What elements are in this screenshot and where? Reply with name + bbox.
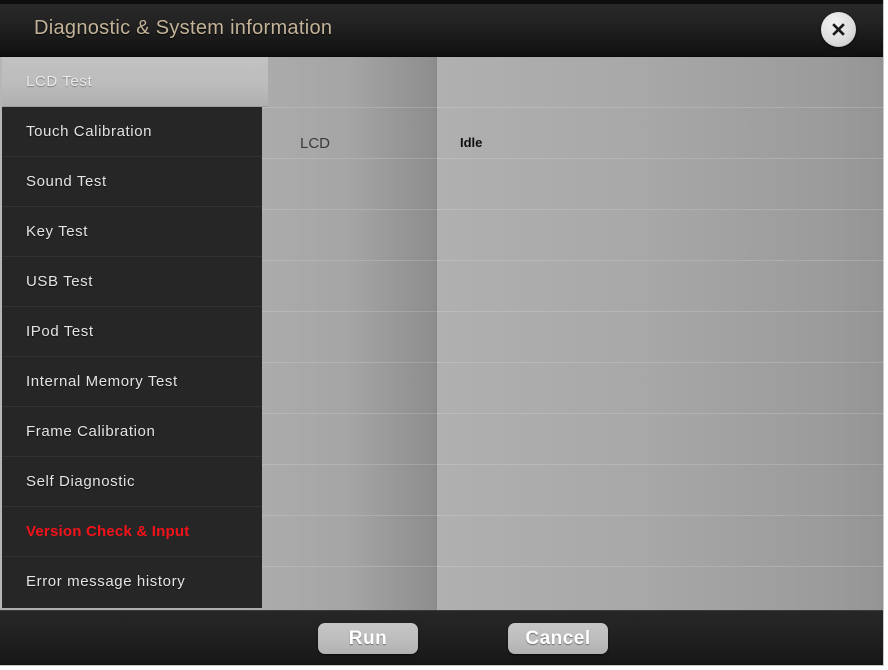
- sidebar-item-self-diagnostic[interactable]: Self Diagnostic: [2, 457, 262, 507]
- sidebar-item-key-test[interactable]: Key Test: [2, 207, 262, 257]
- cancel-button[interactable]: Cancel: [508, 623, 608, 654]
- sidebar-item-label: IPod Test: [26, 323, 94, 340]
- sidebar-item-internal-memory-test[interactable]: Internal Memory Test: [2, 357, 262, 407]
- sidebar-menu: LCD Test Touch Calibration Sound Test Ke…: [0, 57, 268, 608]
- footer-bar: Run Cancel: [0, 610, 883, 665]
- close-button[interactable]: [821, 12, 856, 47]
- sidebar-item-usb-test[interactable]: USB Test: [2, 257, 262, 307]
- page-title: Diagnostic & System information: [34, 17, 333, 39]
- sidebar-item-label: Frame Calibration: [26, 423, 156, 440]
- sidebar-item-label: Internal Memory Test: [26, 373, 178, 390]
- sidebar-item-label: Self Diagnostic: [26, 473, 136, 490]
- sidebar-item-label: USB Test: [26, 273, 94, 290]
- sidebar-item-label: Touch Calibration: [26, 123, 153, 140]
- sidebar-item-label: Error message history: [26, 573, 186, 590]
- content-cell-status: Idle: [460, 135, 483, 150]
- diagnostic-window: Diagnostic & System information LCD Idle…: [0, 0, 884, 666]
- title-bar: Diagnostic & System information: [0, 0, 883, 57]
- content-column-status: [437, 57, 883, 610]
- sidebar-item-sound-test[interactable]: Sound Test: [2, 157, 262, 207]
- sidebar-item-label: Key Test: [26, 223, 89, 240]
- sidebar-item-label: Sound Test: [26, 173, 107, 190]
- sidebar-item-version-check-input[interactable]: Version Check & Input: [2, 507, 262, 557]
- sidebar-item-error-message-history[interactable]: Error message history: [2, 557, 262, 607]
- sidebar-item-label: LCD Test: [26, 73, 93, 90]
- sidebar-item-ipod-test[interactable]: IPod Test: [2, 307, 262, 357]
- run-button[interactable]: Run: [318, 623, 418, 654]
- sidebar-item-lcd-test[interactable]: LCD Test: [2, 57, 268, 107]
- sidebar-item-frame-calibration[interactable]: Frame Calibration: [2, 407, 262, 457]
- main-area: LCD Idle LCD Test Touch Calibration Soun…: [0, 57, 883, 610]
- sidebar-item-touch-calibration[interactable]: Touch Calibration: [2, 107, 262, 157]
- content-cell-name: LCD: [300, 135, 331, 152]
- sidebar-item-label: Version Check & Input: [26, 523, 190, 540]
